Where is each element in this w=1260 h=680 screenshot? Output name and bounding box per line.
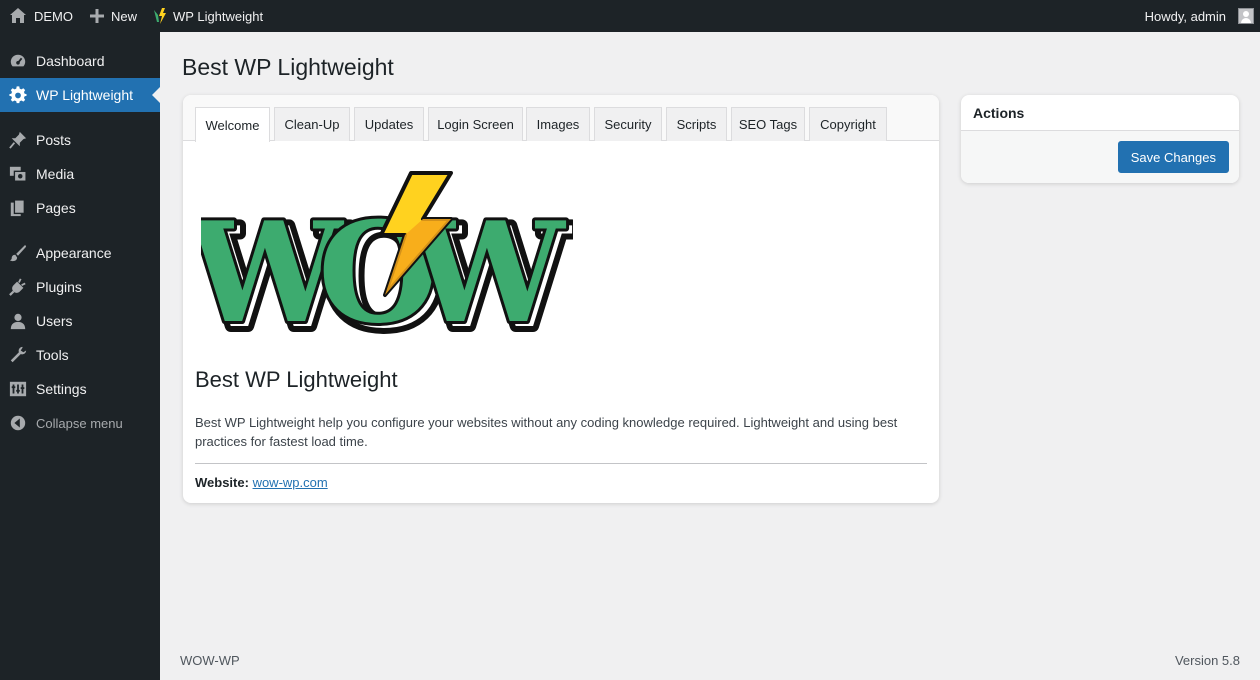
footer-credit: WOW-WP xyxy=(180,653,240,668)
gear-icon xyxy=(8,85,28,105)
sidebar-item-label: Pages xyxy=(36,200,76,216)
plug-icon xyxy=(8,277,28,297)
sidebar-item-media[interactable]: Media xyxy=(0,157,160,191)
tab-bar: Welcome Clean-Up Updates Login Screen Im… xyxy=(183,95,939,142)
account-menu[interactable]: Howdy, admin xyxy=(1137,0,1260,32)
footer-version: Version 5.8 xyxy=(1174,653,1240,668)
site-name-menu[interactable]: DEMO xyxy=(0,0,81,32)
sidebar-item-label: Users xyxy=(36,313,73,329)
website-link[interactable]: wow-wp.com xyxy=(253,475,328,490)
avatar xyxy=(1238,8,1254,24)
user-icon xyxy=(8,311,28,331)
svg-text:W: W xyxy=(408,191,567,336)
admin-sidebar: Dashboard WP Lightweight Posts Media Pag… xyxy=(0,32,160,680)
tab-seo-tags[interactable]: SEO Tags xyxy=(731,107,805,141)
admin-bar: DEMO New WP Lightweight Howdy, admin xyxy=(0,0,1260,32)
tab-images[interactable]: Images xyxy=(526,107,590,141)
sidebar-item-settings[interactable]: Settings xyxy=(0,372,160,406)
welcome-description: Best WP Lightweight help you configure y… xyxy=(195,415,898,449)
plus-icon xyxy=(89,8,105,24)
pages-icon xyxy=(8,198,28,218)
page-title: Best WP Lightweight xyxy=(182,54,394,80)
tab-updates[interactable]: Updates xyxy=(354,107,424,141)
actions-body: Save Changes xyxy=(961,131,1239,183)
tab-login-screen[interactable]: Login Screen xyxy=(428,107,523,141)
actions-panel: Actions Save Changes xyxy=(961,95,1239,183)
website-label: Website: xyxy=(195,475,249,490)
sidebar-item-dashboard[interactable]: Dashboard xyxy=(0,44,160,78)
settings-icon xyxy=(8,379,28,399)
wow-logo: W W W W O O O O W W W W xyxy=(183,171,579,365)
tab-security[interactable]: Security xyxy=(594,107,662,141)
main-content: Best WP Lightweight Welcome Clean-Up Upd… xyxy=(160,32,1260,680)
brush-icon xyxy=(8,243,28,263)
divider xyxy=(195,463,927,464)
media-icon xyxy=(8,164,28,184)
sidebar-item-label: Posts xyxy=(36,132,72,148)
tab-copyright[interactable]: Copyright xyxy=(809,107,887,141)
new-label: New xyxy=(111,8,138,24)
website-row: Website: wow-wp.com xyxy=(195,475,328,490)
sidebar-item-label: Media xyxy=(36,166,75,182)
sidebar-item-wp-lightweight[interactable]: WP Lightweight xyxy=(0,78,160,112)
tab-clean-up[interactable]: Clean-Up xyxy=(274,107,350,141)
dashboard-icon xyxy=(8,51,28,71)
sidebar-item-label: Plugins xyxy=(36,279,82,295)
site-name-label: DEMO xyxy=(34,8,73,24)
collapse-menu-button[interactable]: Collapse menu xyxy=(0,406,160,440)
sidebar-item-users[interactable]: Users xyxy=(0,304,160,338)
sidebar-item-appearance[interactable]: Appearance xyxy=(0,236,160,270)
welcome-heading: Best WP Lightweight xyxy=(195,367,398,392)
plugin-label: WP Lightweight xyxy=(173,8,264,24)
greeting-label: Howdy, admin xyxy=(1144,8,1226,24)
collapse-menu-label: Collapse menu xyxy=(36,415,123,431)
pin-icon xyxy=(8,130,28,150)
sidebar-item-label: Appearance xyxy=(36,245,112,261)
sidebar-item-label: Dashboard xyxy=(36,53,105,69)
actions-title: Actions xyxy=(961,95,1239,131)
collapse-icon xyxy=(8,413,28,433)
sidebar-item-label: WP Lightweight xyxy=(36,87,134,103)
sidebar-item-label: Settings xyxy=(36,381,87,397)
sidebar-item-tools[interactable]: Tools xyxy=(0,338,160,372)
sidebar-item-plugins[interactable]: Plugins xyxy=(0,270,160,304)
save-changes-button[interactable]: Save Changes xyxy=(1117,141,1229,173)
tab-welcome[interactable]: Welcome xyxy=(195,107,270,142)
settings-card: Welcome Clean-Up Updates Login Screen Im… xyxy=(183,95,939,503)
lightning-icon xyxy=(153,7,167,25)
tab-scripts[interactable]: Scripts xyxy=(666,107,727,141)
sidebar-item-posts[interactable]: Posts xyxy=(0,123,160,157)
wrench-icon xyxy=(8,345,28,365)
sidebar-item-label: Tools xyxy=(36,347,69,363)
new-content-menu[interactable]: New xyxy=(81,0,145,32)
plugin-menu[interactable]: WP Lightweight xyxy=(145,0,271,32)
home-icon xyxy=(8,6,28,26)
sidebar-item-pages[interactable]: Pages xyxy=(0,191,160,225)
